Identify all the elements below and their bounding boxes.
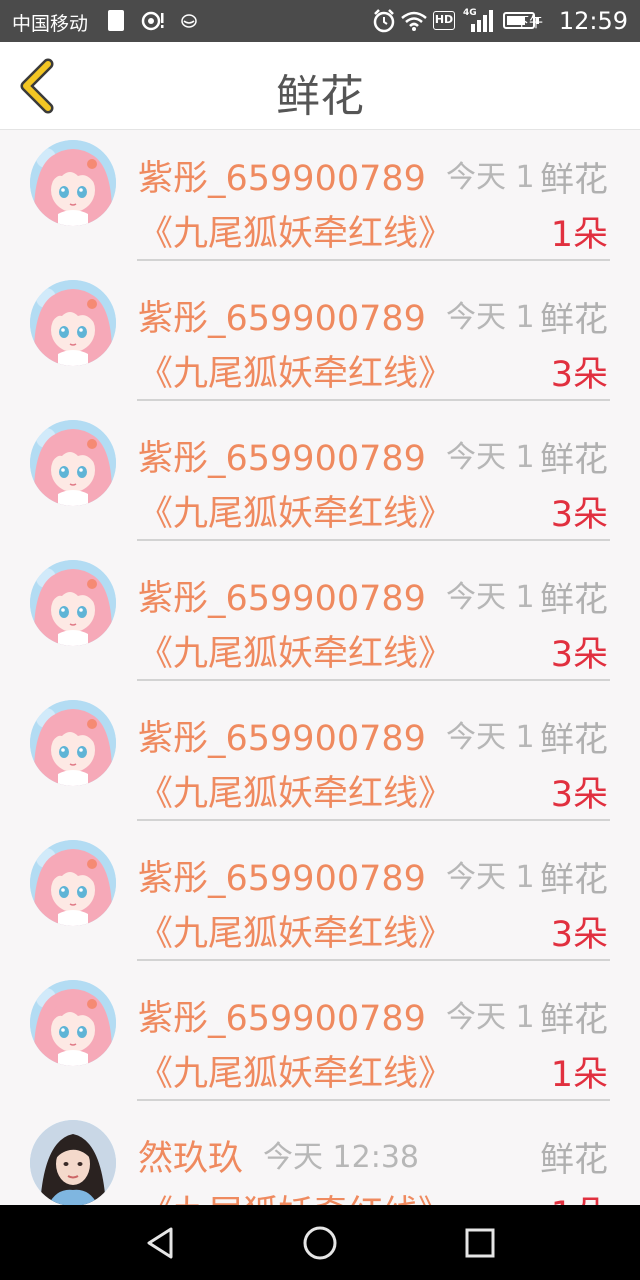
avatar[interactable] [30,280,116,366]
alarm-icon [373,9,395,33]
avatar[interactable] [30,980,116,1066]
divider [137,959,610,961]
triangle-back-icon [147,1227,173,1259]
avatar[interactable] [30,700,116,786]
page-title: 鲜花 [276,71,364,122]
avatar[interactable] [30,1120,116,1205]
divider [137,679,610,681]
book-title: 《九尾狐妖牵红线》 [138,354,454,394]
book-title: 《九尾狐妖牵红线》 [138,494,454,534]
user-name: 紫彤_659900789 [138,999,426,1039]
sim-card-icon [108,10,124,31]
user-name: 紫彤_659900789 [138,299,426,339]
flower-count: 1朵 [550,1055,608,1095]
book-title: 《九尾狐妖牵红线》 [138,774,454,814]
list-item[interactable]: 紫彤_659900789 今天 1 鲜花《九尾狐妖牵红线》 3朵 [0,550,640,690]
gift-type: 鲜花 [540,160,608,200]
page-header: 鲜花 [0,42,640,130]
avatar[interactable] [30,840,116,926]
book-title: 《九尾狐妖牵红线》 [138,214,454,254]
circle-home-icon [303,1226,337,1260]
carrier-label: 中国移动 [12,13,89,35]
flower-count: 1朵 [550,215,608,255]
flower-count: 3朵 [550,775,608,815]
gift-type: 鲜花 [540,720,608,760]
flower-count: 3朵 [550,495,608,535]
time-prefix: 下午 [515,15,543,31]
user-name: 紫彤_659900789 [138,439,426,479]
square-recents-icon [465,1228,495,1258]
gift-time: 今天 1 [446,440,535,475]
avatar[interactable] [30,560,116,646]
list-item[interactable]: 紫彤_659900789 今天 1 鲜花《九尾狐妖牵红线》 1朵 [0,970,640,1110]
list-item[interactable]: 紫彤_659900789 今天 1 鲜花《九尾狐妖牵红线》 1朵 [0,130,640,270]
user-name: 紫彤_659900789 [138,719,426,759]
divider [137,819,610,821]
divider [137,1099,610,1101]
signal-icon: 4G [463,8,493,32]
avatar[interactable] [30,420,116,506]
gift-time: 今天 12:38 [263,1140,419,1175]
gift-type: 鲜花 [540,1000,608,1040]
flower-count: 3朵 [550,355,608,395]
nav-recents-button[interactable] [460,1223,500,1263]
user-name: 紫彤_659900789 [138,859,426,899]
list-item[interactable]: 紫彤_659900789 今天 1 鲜花《九尾狐妖牵红线》 3朵 [0,690,640,830]
network-type-label: 4G [463,8,477,18]
book-title: 《九尾狐妖牵红线》 [138,634,454,674]
list-item[interactable]: 紫彤_659900789 今天 1 鲜花《九尾狐妖牵红线》 3朵 [0,830,640,970]
gift-type: 鲜花 [540,1140,608,1180]
nav-back-button[interactable] [141,1223,181,1263]
wifi-icon [401,11,427,31]
gift-type: 鲜花 [540,440,608,480]
gift-time: 今天 1 [446,160,535,195]
user-name: 然玖玖 [138,1139,244,1179]
gift-type: 鲜花 [540,300,608,340]
divider [137,399,610,401]
clock: 12:59 [558,7,628,35]
gift-time: 今天 1 [446,300,535,335]
hotspot-icon [141,11,164,31]
flower-gift-list: 紫彤_659900789 今天 1 鲜花 《九尾狐妖牵红线》 1朵 紫彤_65990078… [0,130,640,1205]
list-item[interactable]: 紫彤_659900789 今天 1 鲜花《九尾狐妖牵红线》 3朵 [0,410,640,550]
list-item[interactable]: 然玖玖今天 12:38 鲜花《九尾狐妖牵红线》 1朵 [0,1110,640,1205]
divider [137,539,610,541]
user-name: 紫彤_659900789 [138,579,426,619]
list-item[interactable]: 紫彤_659900789 今天 1 鲜花《九尾狐妖牵红线》 3朵 [0,270,640,410]
divider [137,259,610,261]
book-title: 《九尾狐妖牵红线》 [138,1054,454,1094]
gift-time: 今天 1 [446,860,535,895]
system-nav-bar [0,1205,640,1280]
flower-count: 1朵 [551,1186,608,1205]
avatar[interactable] [30,140,116,226]
notification-icon [181,14,197,28]
nav-home-button[interactable] [300,1223,340,1263]
gift-type: 鲜花 [540,580,608,620]
gift-time: 今天 1 [446,580,535,615]
book-title: 《九尾狐妖牵红线》 [138,914,454,954]
hd-icon: HD [433,11,455,30]
flower-count: 3朵 [550,635,608,675]
book-title: 《九尾狐妖牵红线》 [138,1185,453,1205]
gift-time: 今天 1 [446,1000,535,1035]
status-bar: 中国移动 HD 4G 下午 12:59 [0,0,640,42]
gift-type: 鲜花 [540,860,608,900]
flower-count: 3朵 [550,915,608,955]
gift-time: 今天 1 [446,720,535,755]
user-name: 紫彤_659900789 [138,159,426,199]
